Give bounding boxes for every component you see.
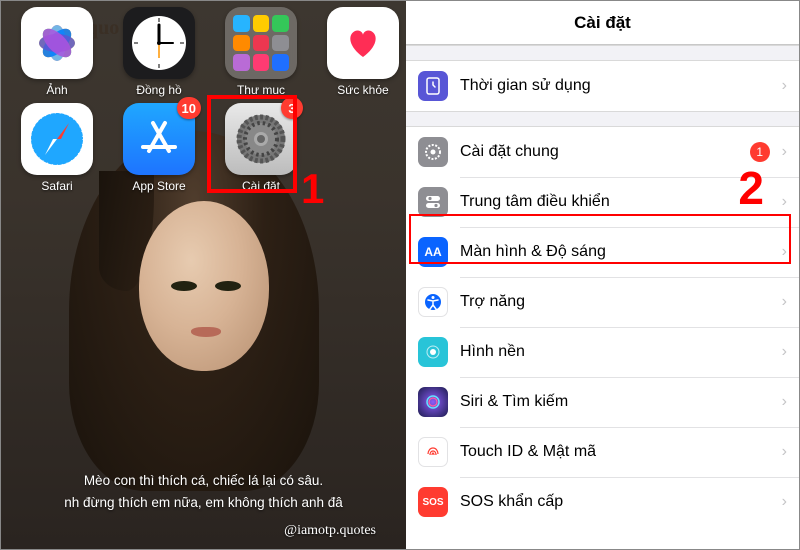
chevron-right-icon: › <box>782 293 787 311</box>
screen-time-icon <box>418 71 448 101</box>
row-label: Thời gian sử dụng <box>460 77 770 95</box>
app-health[interactable]: Sức khỏe <box>315 7 406 97</box>
step-number-2: 2 <box>738 161 764 215</box>
chevron-right-icon: › <box>782 343 787 361</box>
app-photos[interactable]: Ảnh <box>9 7 105 97</box>
chevron-right-icon: › <box>782 77 787 95</box>
wallpaper-icon <box>418 337 448 367</box>
badge: 1 <box>750 142 770 162</box>
settings-screenshot: Cài đặt Thời gian sử dụng › Cài đặt chun… <box>406 1 799 549</box>
row-label: Hình nền <box>460 343 770 361</box>
row-siri[interactable]: Siri & Tìm kiếm › <box>406 377 799 427</box>
row-screen-time[interactable]: Thời gian sử dụng › <box>406 61 799 111</box>
row-touch-id[interactable]: Touch ID & Mật mã › <box>406 427 799 477</box>
siri-icon <box>418 387 448 417</box>
gear-icon <box>418 137 448 167</box>
health-icon <box>327 7 399 79</box>
highlight-box-settings <box>207 95 297 193</box>
homescreen-screenshot: quo Ảnh Đồ <box>1 1 406 549</box>
app-grid: Ảnh Đồng hồ Thư mục <box>1 7 406 193</box>
tutorial-composite: quo Ảnh Đồ <box>1 1 799 549</box>
row-sos[interactable]: SOS SOS khẩn cấp › <box>406 477 799 527</box>
sos-icon: SOS <box>418 487 448 517</box>
clock-icon <box>123 7 195 79</box>
row-label: Siri & Tìm kiếm <box>460 393 770 411</box>
row-label: Cài đặt chung <box>460 143 738 161</box>
row-label: SOS khẩn cấp <box>460 493 770 511</box>
row-label: Touch ID & Mật mã <box>460 443 770 461</box>
wallpaper-caption: Mèo con thì thích cá, chiếc lá lại có sâ… <box>1 471 406 516</box>
row-label: Trung tâm điều khiển <box>460 193 770 211</box>
app-label: Ảnh <box>46 83 67 97</box>
app-safari[interactable]: Safari <box>9 103 105 193</box>
chevron-right-icon: › <box>782 143 787 161</box>
accessibility-icon <box>418 287 448 317</box>
photos-icon <box>21 7 93 79</box>
control-center-icon <box>418 187 448 217</box>
wallpaper-portrait <box>99 151 309 431</box>
app-label: Đồng hồ <box>136 83 181 97</box>
safari-icon <box>21 103 93 175</box>
app-folder[interactable]: Thư mục <box>213 7 309 97</box>
row-label: Trợ năng <box>460 293 770 311</box>
chevron-right-icon: › <box>782 443 787 461</box>
app-label: Sức khỏe <box>337 83 388 97</box>
fingerprint-icon <box>418 437 448 467</box>
folder-icon <box>225 7 297 79</box>
badge: 10 <box>177 97 201 119</box>
row-accessibility[interactable]: Trợ năng › <box>406 277 799 327</box>
app-clock[interactable]: Đồng hồ <box>111 7 207 97</box>
row-wallpaper[interactable]: Hình nền › <box>406 327 799 377</box>
app-appstore[interactable]: 10 App Store <box>111 103 207 193</box>
watermark: @iamotp.quotes <box>284 523 376 539</box>
app-label: Safari <box>41 179 72 193</box>
app-label: App Store <box>132 179 185 193</box>
highlight-box-display <box>409 214 791 264</box>
chevron-right-icon: › <box>782 493 787 511</box>
chevron-right-icon: › <box>782 193 787 211</box>
step-number-1: 1 <box>301 165 324 213</box>
page-title: Cài đặt <box>406 1 799 45</box>
chevron-right-icon: › <box>782 393 787 411</box>
